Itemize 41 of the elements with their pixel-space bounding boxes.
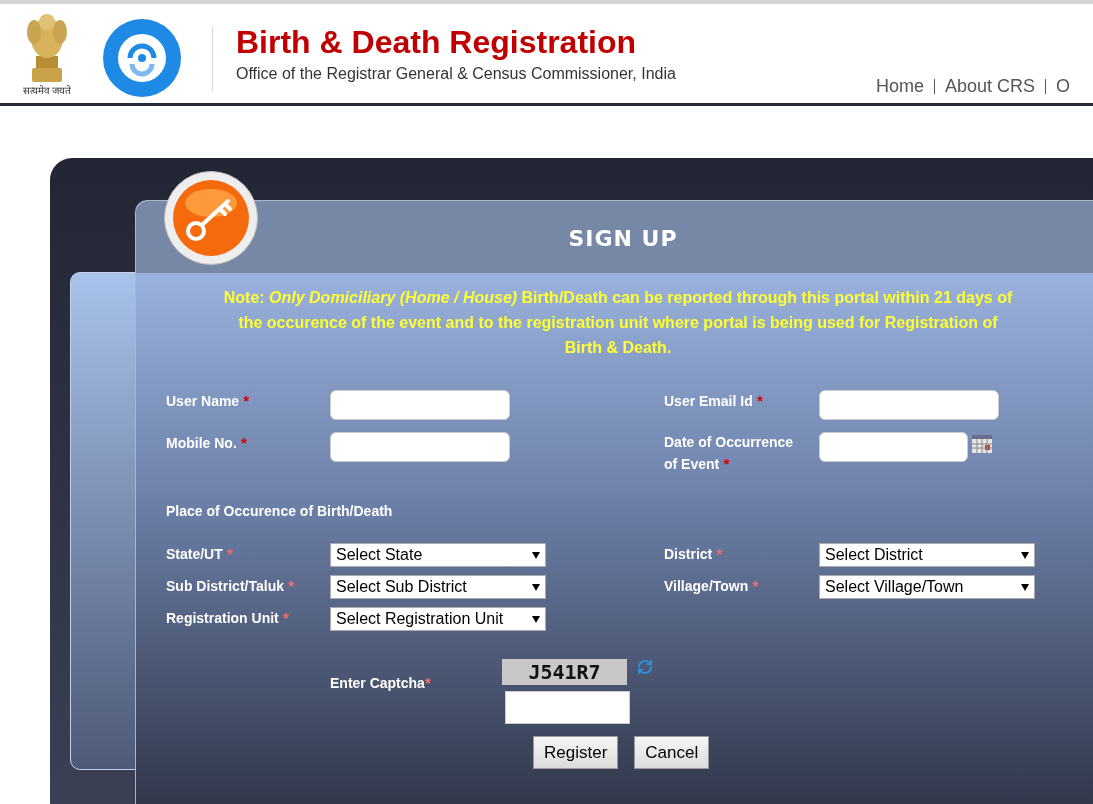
field-label: Mobile No. *: [166, 433, 247, 453]
site-subtitle: Office of the Registrar General & Census Commissioner, India: [236, 64, 676, 84]
registrar-logo-icon: [102, 18, 182, 98]
caret-icon: [532, 583, 540, 591]
text-field[interactable]: [330, 390, 510, 420]
field-label: Registration Unit *: [166, 608, 289, 628]
nav-link[interactable]: About CRS: [945, 74, 1036, 98]
caret-icon: [532, 551, 540, 559]
refresh-icon[interactable]: [637, 659, 653, 675]
field-label: Village/Town *: [664, 576, 759, 596]
form-button[interactable]: Register: [533, 736, 619, 769]
field-label: Sub District/Taluk *: [166, 576, 294, 596]
text-field[interactable]: [330, 432, 510, 462]
field-label: Enter Captcha*: [330, 673, 432, 693]
nav-link[interactable]: O: [1056, 74, 1071, 98]
nav-link[interactable]: Home: [876, 74, 924, 98]
site-title: Birth & Death Registration: [236, 23, 638, 62]
select-dropdown[interactable]: Select Sub District: [330, 575, 546, 599]
text-field[interactable]: [819, 390, 999, 420]
form-button[interactable]: Cancel: [634, 736, 710, 769]
section-heading: Place of Occurence of Birth/Death: [166, 502, 394, 521]
field-label: Date of Occurrence of Event *: [664, 433, 795, 474]
captcha-field[interactable]: [505, 691, 630, 724]
select-dropdown[interactable]: Select State: [330, 543, 546, 567]
key-icon: [172, 179, 250, 257]
select-dropdown[interactable]: Select Registration Unit: [330, 607, 546, 631]
date-field[interactable]: [819, 432, 968, 462]
caret-icon: [1021, 551, 1029, 559]
captcha-code: J541R7: [502, 659, 627, 685]
emblem-motto: सत्यमेव जयते: [22, 84, 72, 98]
select-dropdown[interactable]: Select District: [819, 543, 1035, 567]
caret-icon: [532, 615, 540, 623]
calendar-icon[interactable]: [972, 435, 992, 453]
select-dropdown[interactable]: Select Village/Town: [819, 575, 1035, 599]
field-label: District *: [664, 544, 723, 564]
caret-icon: [1021, 583, 1029, 591]
field-label: User Email Id *: [664, 391, 763, 411]
note-text: Note: Only Domiciliary (Home / House) Birth/Death can be reported through this portal within 21 days of the occurence of the event and to the registration unit where portal is being used for Registration of Birth & Death.: [222, 288, 1014, 358]
field-label: State/UT *: [166, 544, 233, 564]
field-label: User Name *: [166, 391, 250, 411]
form-title: SIGN UP: [568, 224, 678, 253]
